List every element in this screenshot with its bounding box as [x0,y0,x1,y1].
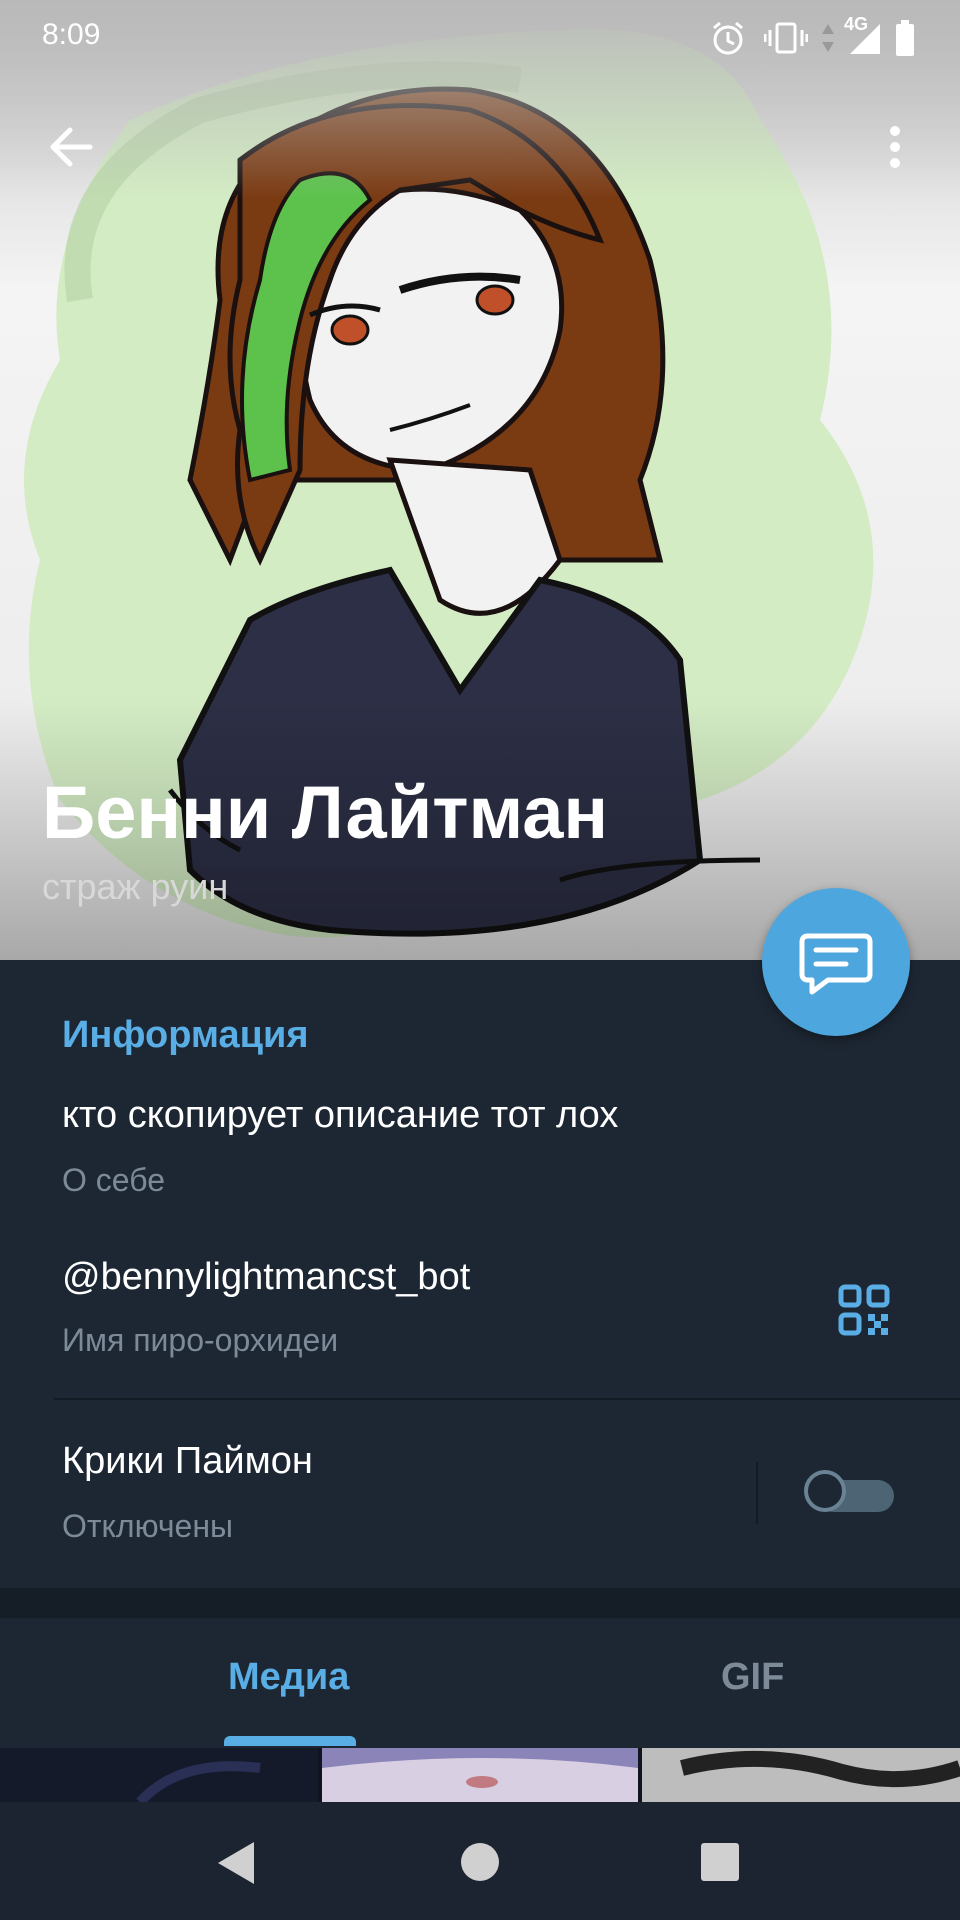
notifications-toggle[interactable] [804,1470,896,1518]
more-options-button[interactable] [870,112,920,182]
media-grid [0,1748,960,1802]
more-vertical-icon [890,126,900,168]
media-tabs [0,1618,960,1746]
status-time: 8:09 [42,18,101,51]
media-thumbnail[interactable] [322,1748,638,1802]
media-thumbnail[interactable] [0,1748,318,1802]
info-section-title: Информация [62,1014,309,1056]
media-thumbnail[interactable] [642,1748,960,1802]
battery-icon [892,18,920,58]
message-icon [799,933,873,995]
qr-code-icon [838,1284,890,1336]
row-divider [54,1398,960,1400]
arrow-left-icon [50,127,93,167]
username-value: @bennylightmancst_bot [62,1256,471,1298]
back-button[interactable] [40,112,110,182]
section-gap [0,1588,960,1618]
tab-active-indicator [224,1736,356,1746]
bio-value: кто скопирует описание тот лох [62,1094,619,1136]
toggle-knob [804,1470,846,1512]
signal-icon [846,18,886,58]
qr-code-button[interactable] [838,1284,890,1336]
notifications-row[interactable] [0,1402,750,1582]
vibrate-icon [763,18,809,58]
send-message-button[interactable] [762,888,910,1036]
username-label: Имя пиро-орхидеи [62,1322,339,1358]
status-bar: 8:09 4G [0,0,960,72]
data-arrows-icon [818,18,838,58]
nav-home-icon[interactable] [460,1842,500,1887]
notifications-value: Крики Паймон [62,1440,313,1482]
bio-label: О себе [62,1162,165,1198]
nav-recents-icon[interactable] [700,1842,740,1887]
nav-back-icon[interactable] [214,1840,258,1891]
notifications-label: Отключены [62,1508,234,1544]
alarm-icon [708,18,748,58]
tab-media[interactable]: Медиа [228,1656,349,1699]
vertical-divider [756,1462,758,1524]
profile-status: страж руин [42,866,229,907]
system-nav-bar [0,1802,960,1920]
tab-gif[interactable]: GIF [721,1656,784,1699]
profile-name: Бенни Лайтман [42,771,609,854]
